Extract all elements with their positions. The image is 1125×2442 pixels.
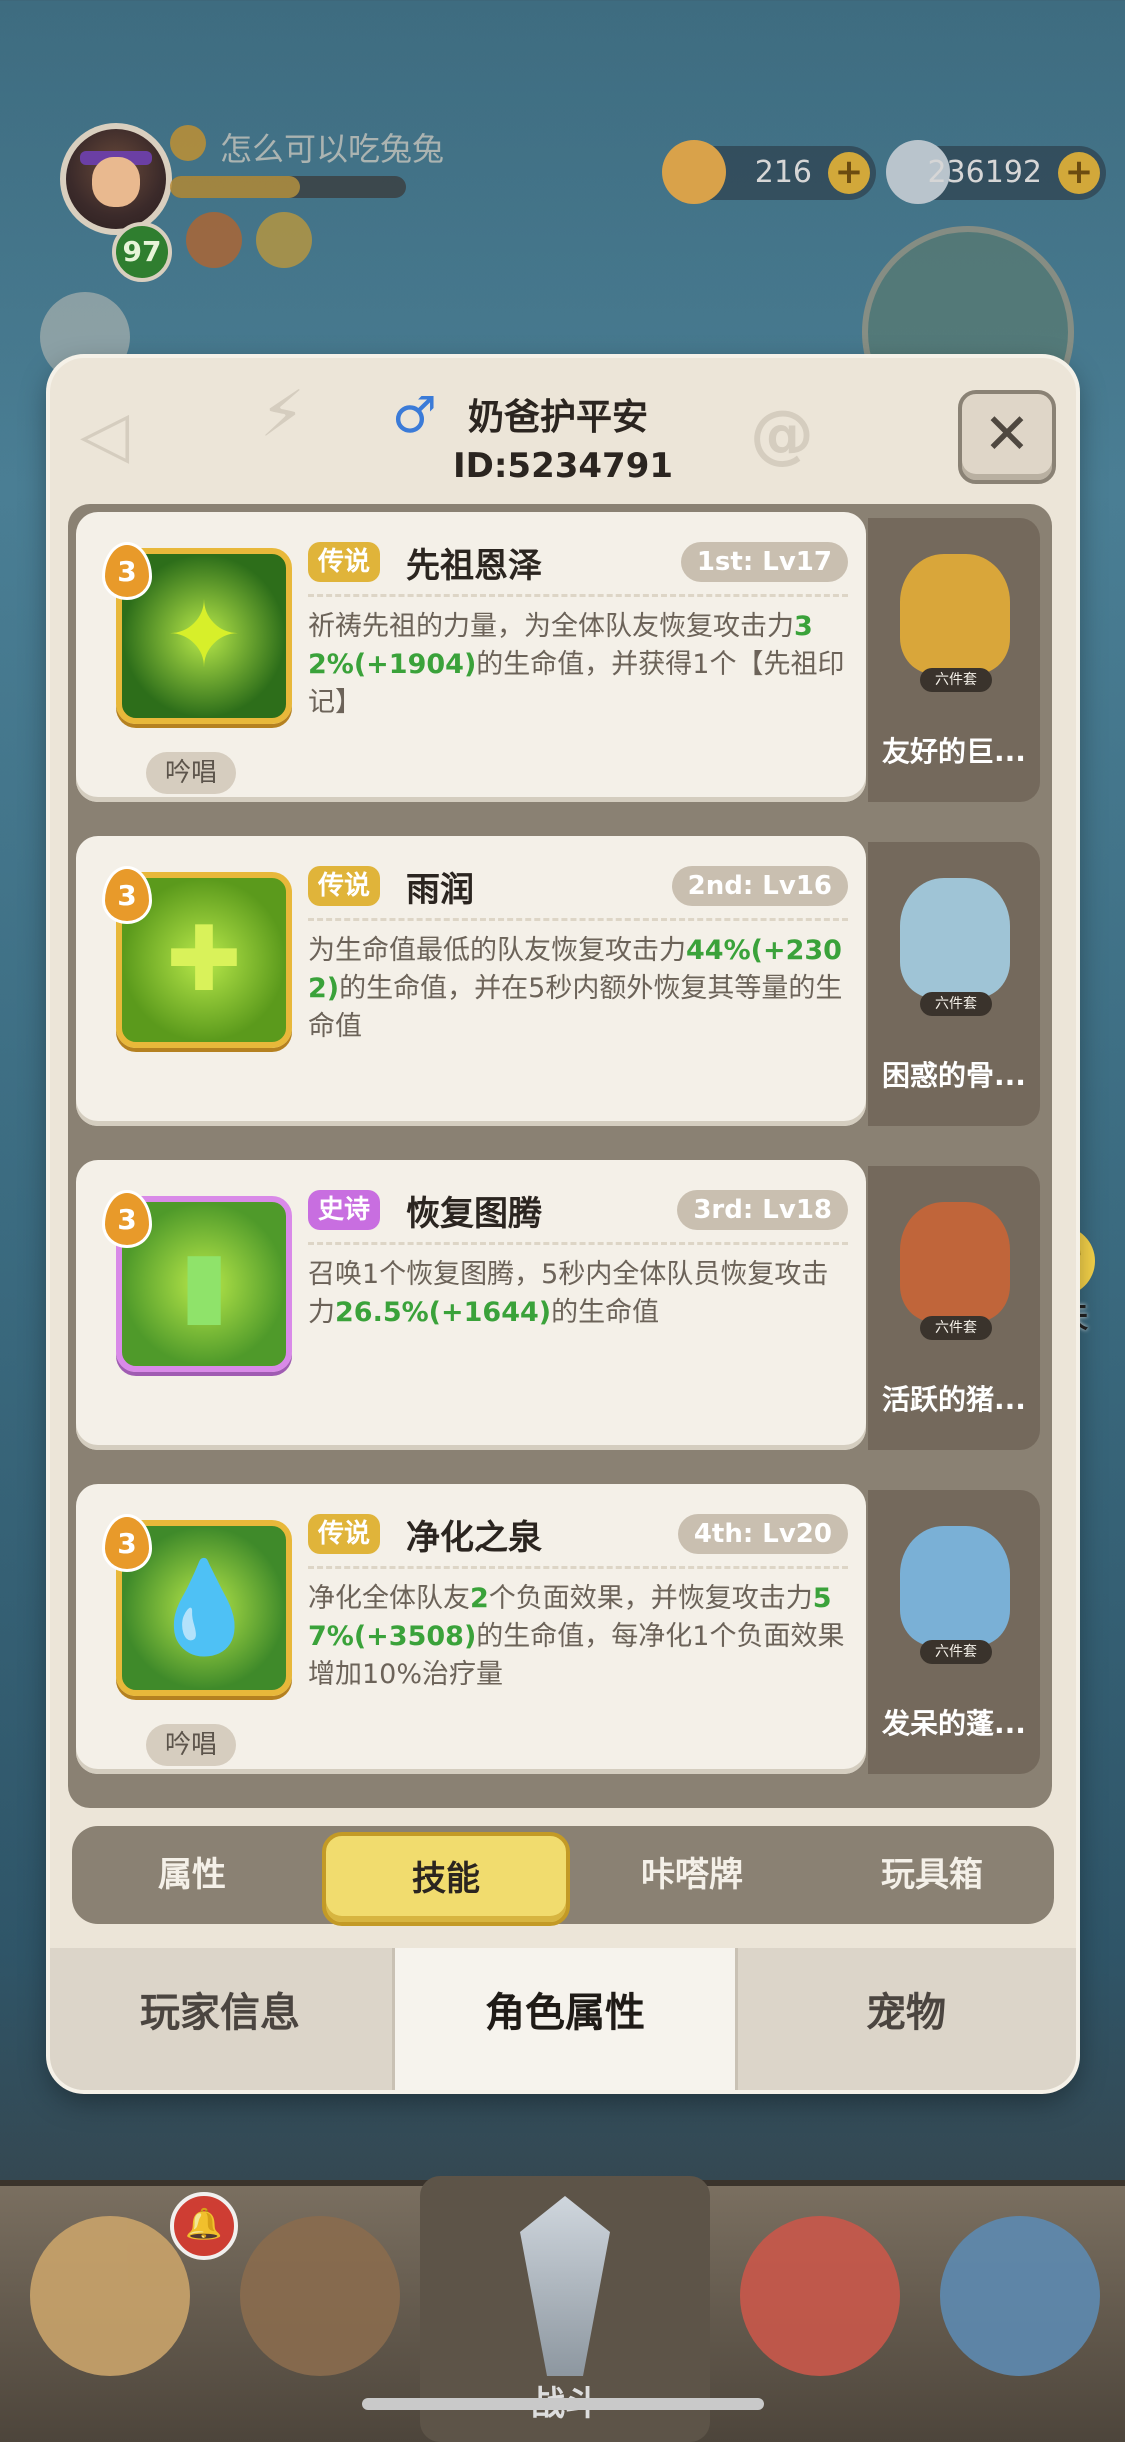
- nav-pet-icon[interactable]: [740, 2216, 900, 2376]
- sub-tab-bar: 属性 技能 咔嗒牌 玩具箱: [72, 1826, 1054, 1926]
- desc-text: 祈祷先祖的力量，为全体队友恢复攻击力: [308, 611, 794, 642]
- desc-text: 净化全体队友: [308, 1583, 470, 1614]
- pet-boar-icon: [900, 1202, 1010, 1322]
- exp-bar: [170, 176, 406, 198]
- desc-text: 的生命值: [551, 1297, 660, 1328]
- skill-list[interactable]: ✦ 3 吟唱 传说 先祖恩泽 1st: Lv17 祈祷先祖的力量，为全体队友恢复…: [68, 504, 1052, 1808]
- divider: [308, 918, 848, 921]
- tab-cards[interactable]: 咔嗒牌: [572, 1826, 812, 1924]
- skill-card[interactable]: ▮ 3 史诗 恢复图腾 3rd: Lv18 召唤1个恢复图腾，5秒内全体队员恢复…: [76, 1160, 866, 1450]
- skill-slot-level: 2nd: Lv16: [671, 866, 848, 906]
- skill-description: 净化全体队友2个负面效果，并恢复攻击力57%(+3508)的生命值，每净化1个负…: [308, 1580, 848, 1694]
- desc-text: 为生命值最低的队友恢复攻击力: [308, 935, 686, 966]
- skill-row[interactable]: 💧 3 吟唱 传说 净化之泉 4th: Lv20 净化全体队友2个负面效果，并恢…: [68, 1476, 1052, 1782]
- tab-pets[interactable]: 宠物: [736, 1948, 1076, 2090]
- desc-text: 的生命值，并在5秒内额外恢复其等量的生命值: [308, 973, 843, 1042]
- skill-slot-level: 1st: Lv17: [680, 542, 848, 582]
- skill-card[interactable]: ✚ 3 传说 雨润 2nd: Lv16 为生命值最低的队友恢复攻击力44%(+2…: [76, 836, 866, 1126]
- male-gender-icon: ♂: [392, 386, 437, 444]
- tab-player-info[interactable]: 玩家信息: [50, 1948, 390, 2090]
- home-indicator: [362, 2398, 764, 2410]
- player-name: 怎么可以吃兔兔: [220, 130, 445, 168]
- desc-value: 2: [470, 1583, 489, 1614]
- divider: [308, 1242, 848, 1245]
- skill-row[interactable]: ▮ 3 史诗 恢复图腾 3rd: Lv18 召唤1个恢复图腾，5秒内全体队员恢复…: [68, 1152, 1052, 1458]
- pet-name: 活跃的猪...: [882, 1383, 1026, 1416]
- skill-name: 先祖恩泽: [406, 546, 542, 586]
- skill-name: 净化之泉: [406, 1518, 542, 1558]
- skill-slot-level: 4th: Lv20: [677, 1514, 848, 1554]
- pet-set-tag: 六件套: [920, 1640, 992, 1664]
- add-pearl-button[interactable]: +: [1058, 152, 1100, 194]
- tab-attributes[interactable]: 属性: [72, 1826, 312, 1924]
- currency-badge-icon[interactable]: [256, 212, 312, 268]
- pet-name: 困惑的骨...: [882, 1059, 1026, 1092]
- divider: [308, 594, 848, 597]
- bell-icon: 🔔: [170, 2192, 238, 2260]
- pet-sheep-icon: [900, 1526, 1010, 1646]
- rarity-badge: 传说: [308, 866, 381, 906]
- shell-icon: [662, 140, 726, 204]
- chant-tag: 吟唱: [146, 1724, 236, 1766]
- close-button[interactable]: ✕: [958, 390, 1056, 484]
- pet-set-tag: 六件套: [920, 668, 992, 692]
- skill-card[interactable]: 💧 3 吟唱 传说 净化之泉 4th: Lv20 净化全体队友2个负面效果，并恢…: [76, 1484, 866, 1774]
- pet-slot[interactable]: 六件套 活跃的猪...: [868, 1166, 1040, 1450]
- sword-icon: [520, 2196, 610, 2376]
- tab-toybox[interactable]: 玩具箱: [812, 1826, 1052, 1924]
- desc-text: 个负面效果，并恢复攻击力: [488, 1583, 813, 1614]
- rarity-badge: 传说: [308, 542, 381, 582]
- player-profile-modal: ◁ ⚡ @ ♂ 奶爸护平安 ID:5234791 ✕ ✦ 3 吟唱 传说 先祖恩…: [50, 358, 1076, 2090]
- pet-slot[interactable]: 六件套 友好的巨...: [868, 518, 1040, 802]
- skill-description: 祈祷先祖的力量，为全体队友恢复攻击力32%(+1904)的生命值，并获得1个【先…: [308, 608, 848, 722]
- title-icon: [170, 125, 206, 161]
- avatar-face: [92, 157, 140, 207]
- tab-skills[interactable]: 技能: [322, 1832, 570, 1926]
- currency-pearl: 236192 +: [886, 140, 1106, 204]
- buff-badge-icon[interactable]: [186, 212, 242, 268]
- pet-dragon-icon: [900, 878, 1010, 998]
- skill-row[interactable]: ✦ 3 吟唱 传说 先祖恩泽 1st: Lv17 祈祷先祖的力量，为全体队友恢复…: [68, 504, 1052, 810]
- nav-hero-icon[interactable]: [240, 2216, 400, 2376]
- modal-player-id: ID:5234791: [452, 446, 674, 486]
- rarity-badge: 传说: [308, 1514, 381, 1554]
- pet-slot[interactable]: 六件套 困惑的骨...: [868, 842, 1040, 1126]
- currency-shell-value: 216: [754, 155, 812, 190]
- pet-slot[interactable]: 六件套 发呆的蓬...: [868, 1490, 1040, 1774]
- pet-set-tag: 六件套: [920, 1316, 992, 1340]
- skill-description: 为生命值最低的队友恢复攻击力44%(+2302)的生命值，并在5秒内额外恢复其等…: [308, 932, 848, 1046]
- currency-shell: 216 +: [662, 140, 876, 204]
- tab-character-attributes[interactable]: 角色属性: [392, 1948, 738, 2090]
- rarity-badge: 史诗: [308, 1190, 381, 1230]
- deco-bolt-icon: ⚡: [260, 378, 305, 452]
- skill-card[interactable]: ✦ 3 吟唱 传说 先祖恩泽 1st: Lv17 祈祷先祖的力量，为全体队友恢复…: [76, 512, 866, 802]
- desc-value: 26.5%(+1644): [335, 1297, 552, 1328]
- pet-set-tag: 六件套: [920, 992, 992, 1016]
- pet-name: 发呆的蓬...: [882, 1707, 1026, 1740]
- skill-row[interactable]: ✚ 3 传说 雨润 2nd: Lv16 为生命值最低的队友恢复攻击力44%(+2…: [68, 828, 1052, 1134]
- pet-name: 友好的巨...: [882, 735, 1026, 768]
- player-avatar[interactable]: [60, 123, 172, 235]
- exp-bar-fill: [170, 176, 300, 198]
- skill-slot-level: 3rd: Lv18: [677, 1190, 848, 1230]
- skill-name: 恢复图腾: [406, 1194, 542, 1234]
- nav-yeti-icon[interactable]: 🔔: [30, 2192, 238, 2376]
- player-level-badge: 97: [112, 222, 172, 282]
- currency-pearl-value: 236192: [927, 155, 1042, 190]
- add-shell-button[interactable]: +: [828, 152, 870, 194]
- main-tab-bar: 玩家信息 角色属性 宠物: [50, 1948, 1076, 2090]
- pet-giant-icon: [900, 554, 1010, 674]
- modal-player-name: 奶爸护平安: [468, 397, 649, 438]
- nav-portal-icon[interactable]: [940, 2216, 1100, 2376]
- skill-description: 召唤1个恢复图腾，5秒内全体队员恢复攻击力26.5%(+1644)的生命值: [308, 1256, 848, 1332]
- chant-tag: 吟唱: [146, 752, 236, 794]
- skill-name: 雨润: [406, 870, 474, 910]
- divider: [308, 1566, 848, 1569]
